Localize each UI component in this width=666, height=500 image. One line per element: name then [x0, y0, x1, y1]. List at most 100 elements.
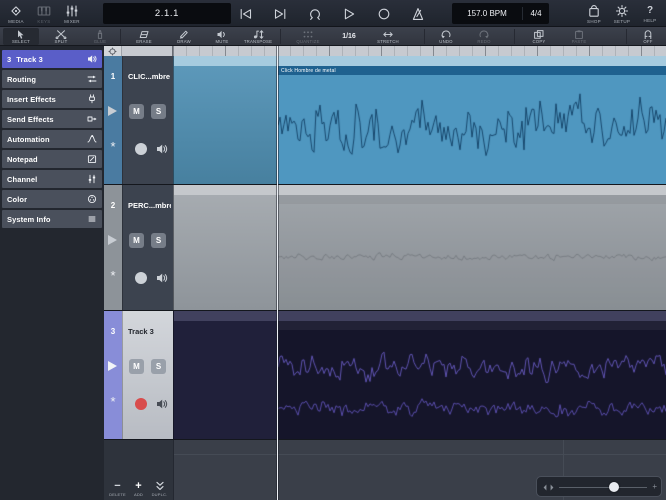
playhead-cursor[interactable]: [277, 46, 278, 500]
transport-controls: [238, 0, 426, 27]
position-value: 2.1.1: [154, 8, 180, 19]
tool-transpose[interactable]: TRANSPOSE: [238, 28, 278, 45]
quantize-value-button[interactable]: 1/16: [334, 28, 364, 45]
sidebar-item-channel[interactable]: Channel: [2, 170, 102, 188]
color-palette-icon: [87, 194, 97, 204]
sidebar-item-label: Channel: [7, 174, 38, 184]
zoom-slider-thumb[interactable]: [609, 482, 619, 492]
track-lane-1[interactable]: Click Hombre de metal: [173, 56, 666, 184]
clip-title: [278, 195, 666, 204]
sidebar-item-notepad[interactable]: Notepad: [2, 150, 102, 168]
solo-button[interactable]: S: [151, 359, 166, 374]
media-button[interactable]: MEDIA: [2, 0, 30, 27]
tool-mute[interactable]: MUTE: [204, 28, 240, 45]
undo-button[interactable]: UNDO: [428, 28, 464, 45]
track-name-area[interactable]: Track 3 M S: [122, 311, 173, 439]
media-label: MEDIA: [8, 18, 24, 24]
duplicate-track-button[interactable]: DUPLC.: [149, 481, 170, 497]
audio-clip-track2[interactable]: [278, 195, 666, 310]
track-header-2[interactable]: 2 * PERC...mbre M S: [104, 185, 173, 310]
topbar-right-group: SHOP SETUP ? HELP: [580, 0, 664, 27]
redo-button[interactable]: REDO: [466, 28, 502, 45]
sidebar-item-color[interactable]: Color: [2, 190, 102, 208]
monitor-speaker-icon[interactable]: [156, 272, 168, 284]
add-track-button[interactable]: + ADD: [128, 481, 149, 498]
mute-button[interactable]: M: [129, 104, 144, 119]
zoom-navigator[interactable]: +: [536, 476, 662, 497]
mute-button[interactable]: M: [129, 359, 144, 374]
add-label: ADD: [133, 492, 144, 497]
track-play-icon[interactable]: [108, 106, 117, 116]
freeze-star-icon[interactable]: *: [104, 139, 122, 155]
tool-draw[interactable]: DRAW: [166, 28, 202, 45]
freeze-star-icon[interactable]: *: [104, 394, 122, 410]
record-arm-button[interactable]: [135, 143, 147, 155]
tool-quantize[interactable]: QUANTIZE: [288, 28, 328, 45]
track-lane-3[interactable]: [173, 311, 666, 439]
metronome-button[interactable]: [410, 6, 426, 22]
mute-button[interactable]: M: [129, 233, 144, 248]
help-label: HELP: [643, 17, 657, 23]
sidebar-item-track[interactable]: 3 Track 3: [2, 50, 102, 68]
paste-clipboard-icon: [573, 30, 585, 39]
go-to-start-button[interactable]: [238, 6, 254, 22]
solo-button[interactable]: S: [151, 233, 166, 248]
tool-split[interactable]: SPLIT: [43, 28, 79, 45]
tool-glue[interactable]: GLUE: [82, 28, 118, 45]
record-arm-button[interactable]: [135, 272, 147, 284]
sidebar-item-automation[interactable]: Automation: [2, 130, 102, 148]
copy-icon: [533, 30, 545, 39]
ruler-tick-area[interactable]: [173, 46, 666, 56]
tool-select[interactable]: SELECT: [3, 28, 39, 45]
solo-button[interactable]: S: [151, 104, 166, 119]
sidebar-item-routing[interactable]: Routing: [2, 70, 102, 88]
sidebar-item-send-effects[interactable]: Send Effects: [2, 110, 102, 128]
lane-top-strip: [174, 56, 666, 66]
tool-erase[interactable]: ERASE: [126, 28, 162, 45]
mixer-button[interactable]: MIXER: [58, 0, 86, 27]
tool-stretch[interactable]: STRETCH: [366, 28, 410, 45]
go-to-end-button[interactable]: [272, 6, 288, 22]
quantize-grid-icon: [302, 30, 314, 39]
tempo-display[interactable]: 157.0 BPM 4/4: [452, 3, 549, 24]
sidebar-item-system-info[interactable]: System Info: [2, 210, 102, 228]
cycle-loop-button[interactable]: [307, 6, 323, 22]
sidebar-item-insert-effects[interactable]: Insert Effects: [2, 90, 102, 108]
paste-button[interactable]: PASTE: [560, 28, 598, 45]
snap-toggle[interactable]: OFF: [633, 28, 663, 45]
locator-cell[interactable]: [104, 46, 122, 56]
record-button[interactable]: [376, 6, 392, 22]
grid-line-horizontal: [174, 454, 666, 455]
track-number: 3: [110, 327, 116, 336]
track-name-area[interactable]: PERC...mbre M S: [122, 185, 173, 310]
setup-button[interactable]: SETUP: [608, 0, 636, 27]
track-header-1[interactable]: 1 * CLIC...mbre M S: [104, 56, 173, 184]
delete-track-button[interactable]: − DELETE: [107, 480, 128, 498]
freeze-star-icon[interactable]: *: [104, 268, 122, 284]
audio-clip-track3[interactable]: [278, 321, 666, 439]
zoom-slider-track[interactable]: [559, 487, 647, 488]
monitor-speaker-icon[interactable]: [156, 398, 168, 410]
metronome-icon: [411, 7, 425, 21]
track-name-area[interactable]: CLIC...mbre M S: [122, 56, 173, 184]
track-play-icon[interactable]: [108, 235, 117, 245]
track-row-1: 1 * CLIC...mbre M S Click Hombre de meta…: [104, 56, 666, 185]
toolbar-divider: [280, 29, 281, 44]
monitor-speaker-icon[interactable]: [156, 143, 168, 155]
minus-icon: −: [114, 480, 121, 492]
track-header-3[interactable]: 3 * Track 3 M S: [104, 311, 173, 439]
track-lane-2[interactable]: [173, 185, 666, 310]
position-display[interactable]: 2.1.1: [103, 3, 231, 24]
audio-clip-track1[interactable]: Click Hombre de metal: [278, 66, 666, 184]
keys-button[interactable]: KEYS: [30, 0, 58, 27]
track-play-icon[interactable]: [108, 361, 117, 371]
time-signature-value: 4/4: [530, 9, 542, 18]
shop-button[interactable]: SHOP: [580, 0, 608, 27]
play-button[interactable]: [341, 6, 357, 22]
record-arm-button-armed[interactable]: [135, 398, 147, 410]
zoom-in-icon: +: [652, 482, 657, 491]
select-cursor-icon: [15, 30, 27, 39]
help-button[interactable]: ? HELP: [636, 0, 664, 27]
copy-button[interactable]: COPY: [520, 28, 558, 45]
timeline-ruler[interactable]: [104, 46, 666, 56]
